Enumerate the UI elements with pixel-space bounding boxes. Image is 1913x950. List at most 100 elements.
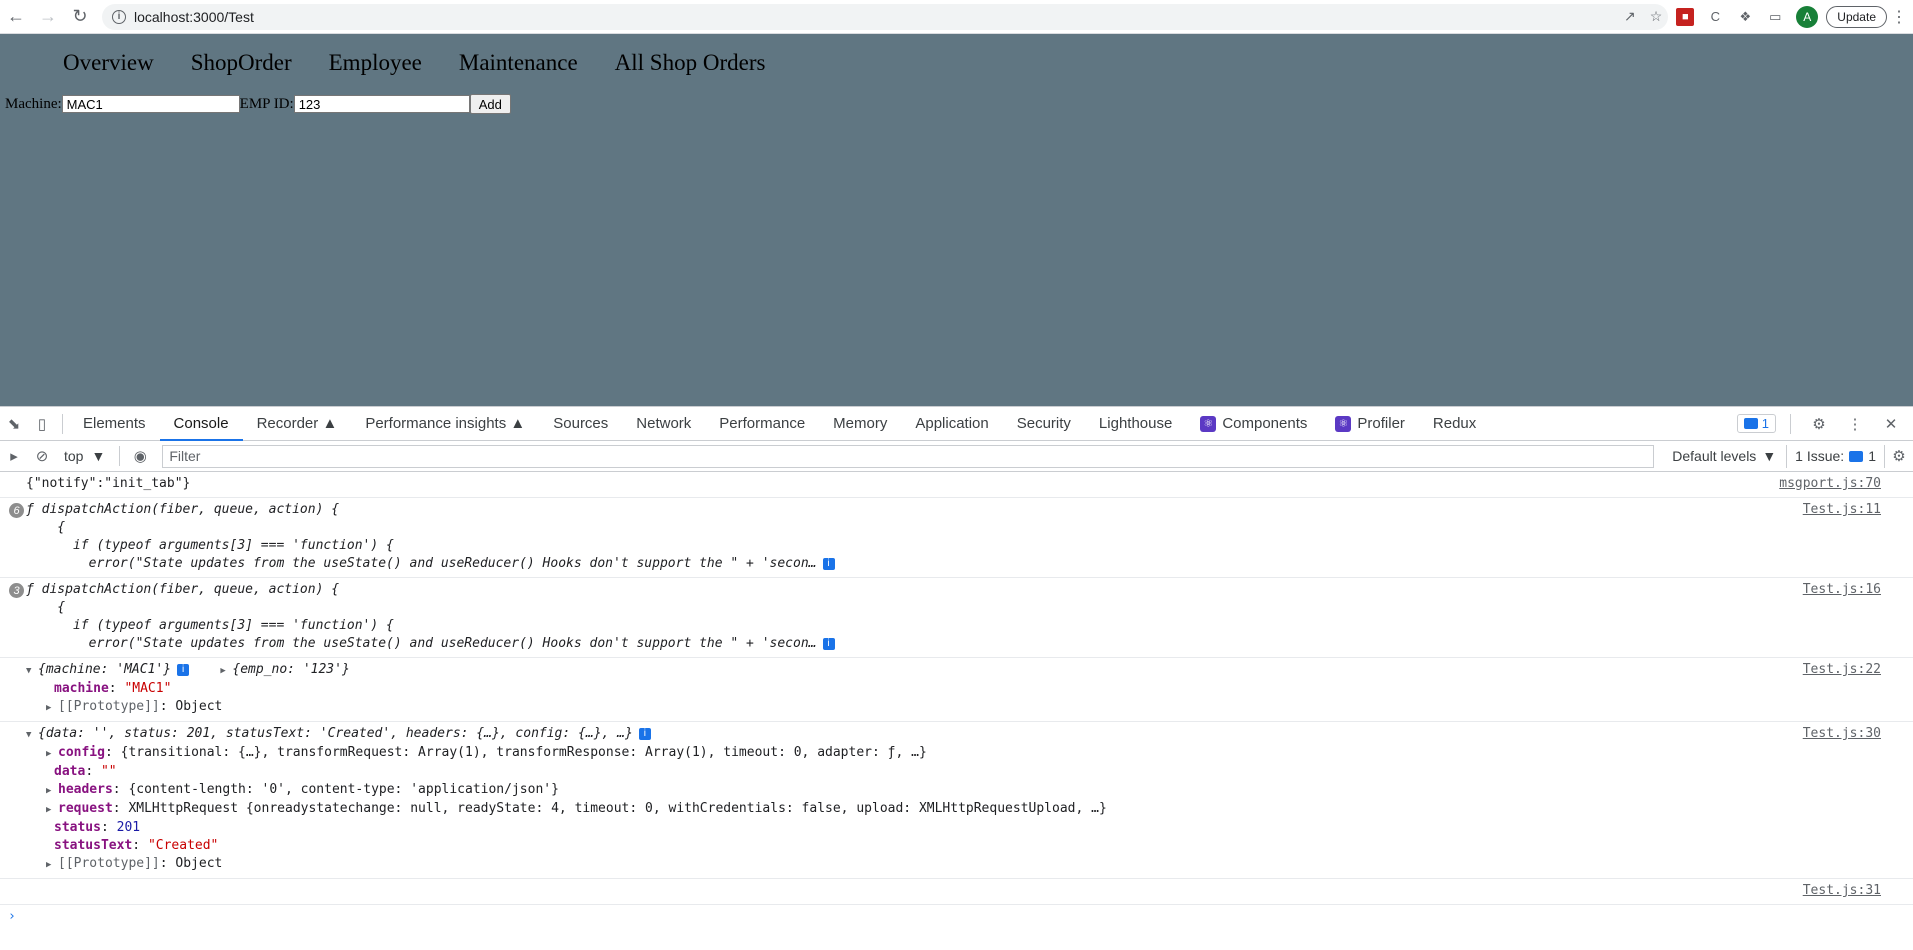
divider	[62, 413, 63, 434]
eye-icon[interactable]: ◉	[126, 442, 154, 470]
filter-input[interactable]: Filter	[162, 444, 1655, 468]
info-icon[interactable]: i	[822, 557, 835, 570]
share-icon[interactable]: ↗	[1624, 8, 1636, 25]
forward-icon[interactable]: →	[32, 1, 64, 33]
tab-network[interactable]: Network	[622, 407, 705, 441]
back-icon[interactable]: ←	[0, 1, 32, 33]
issues-button[interactable]: 1 Issue: 1	[1786, 444, 1885, 468]
property-value: {transitional: {…}, transformRequest: Ar…	[120, 745, 927, 760]
tab-sources[interactable]: Sources	[539, 407, 622, 441]
profile-avatar[interactable]: A	[1796, 5, 1819, 28]
object-property[interactable]: ▶ headers: {content-length: '0', content-…	[26, 781, 1913, 800]
object-summary-a: {machine: 'MAC1'}	[38, 662, 172, 677]
collapse-triangle-icon[interactable]: ▶	[46, 699, 58, 717]
property-key: headers	[58, 782, 113, 797]
source-link[interactable]: Test.js:11	[1803, 501, 1881, 519]
page-content: Overview ShopOrder Employee Maintenance …	[0, 34, 1913, 406]
tab-elements[interactable]: Elements	[69, 407, 160, 441]
levels-dropdown[interactable]: Default levels ▼	[1662, 448, 1786, 464]
tab-application[interactable]: Application	[901, 407, 1002, 441]
add-button[interactable]: Add	[469, 94, 511, 114]
tab-lighthouse[interactable]: Lighthouse	[1085, 407, 1186, 441]
nav-all-shop-orders[interactable]: All Shop Orders	[615, 50, 766, 76]
object-property[interactable]: ▶ [[Prototype]]: Object	[26, 855, 1913, 874]
site-info-icon[interactable]: i	[112, 9, 126, 24]
source-link[interactable]: msgport.js:70	[1779, 475, 1881, 493]
object-property[interactable]: ▶ config: {transitional: {…}, transformRe…	[26, 744, 1913, 763]
tab-performance[interactable]: Performance	[705, 407, 819, 441]
property-key: config	[58, 745, 105, 760]
property-value: Object	[175, 699, 223, 714]
tab-performance-insights[interactable]: Performance insights ▲	[351, 407, 539, 441]
tab-security[interactable]: Security	[1003, 407, 1085, 441]
expand-triangle-icon[interactable]: ▼	[26, 726, 38, 744]
collapse-triangle-icon[interactable]: ▶	[46, 745, 58, 763]
collapse-triangle-icon[interactable]: ▶	[46, 801, 58, 819]
emp-id-input[interactable]	[293, 95, 470, 113]
tab-performance-insights-label: Performance insights	[365, 415, 507, 432]
nav-maintenance[interactable]: Maintenance	[459, 50, 578, 76]
extension-icon[interactable]: ■	[1676, 7, 1695, 26]
property-key: request	[58, 801, 113, 816]
source-link[interactable]: Test.js:30	[1803, 725, 1881, 743]
gear-icon[interactable]: ⚙	[1885, 442, 1913, 470]
sidebar-toggle-icon[interactable]: ▸	[0, 442, 28, 470]
context-selector[interactable]: top ▼	[56, 448, 113, 464]
update-button[interactable]: Update	[1826, 5, 1887, 28]
tab-memory[interactable]: Memory	[819, 407, 901, 441]
source-link[interactable]: Test.js:16	[1803, 581, 1881, 599]
url-text[interactable]: localhost:3000/Test	[134, 9, 254, 25]
object-summary[interactable]: ▼ {machine: 'MAC1'} i ▶ {emp_no: '123'}	[26, 661, 1913, 680]
menu-icon[interactable]: ⋮	[1891, 7, 1907, 27]
info-icon[interactable]: i	[822, 637, 835, 650]
nav-overview[interactable]: Overview	[63, 50, 154, 76]
issues-label: 1 Issue:	[1795, 448, 1845, 464]
bookmark-star-icon[interactable]: ☆	[1650, 8, 1663, 25]
flask-icon: ▲	[510, 415, 526, 432]
tab-redux[interactable]: Redux	[1419, 407, 1490, 441]
top-nav: Overview ShopOrder Employee Maintenance …	[0, 34, 1913, 76]
object-summary-text: {data: '', status: 201, statusText: 'Cre…	[38, 726, 633, 741]
collapse-triangle-icon[interactable]: ▶	[46, 782, 58, 800]
property-value: ""	[100, 764, 117, 779]
source-link[interactable]: Test.js:22	[1803, 661, 1881, 679]
property-key: [[Prototype]]	[58, 699, 160, 714]
device-toolbar-icon[interactable]: ▯	[28, 410, 56, 438]
nav-shoporder[interactable]: ShopOrder	[191, 50, 292, 76]
extension-icon[interactable]: C	[1706, 8, 1724, 26]
side-panel-icon[interactable]: ▭	[1766, 8, 1784, 26]
property-value: 201	[116, 820, 141, 835]
console-prompt[interactable]: ›	[0, 905, 1913, 924]
repeat-count-badge: 3	[9, 583, 24, 598]
close-icon[interactable]: ✕	[1877, 410, 1905, 438]
collapse-triangle-icon[interactable]: ▶	[220, 662, 232, 680]
console-message: 3 ƒ dispatchAction(fiber, queue, action)…	[0, 578, 1913, 658]
object-summary[interactable]: ▼ {data: '', status: 201, statusText: 'Cr…	[26, 725, 1913, 744]
reload-icon[interactable]: ↻	[64, 1, 96, 33]
react-icon: ⚛	[1200, 415, 1217, 432]
tab-recorder[interactable]: Recorder ▲	[243, 407, 352, 441]
tab-profiler[interactable]: ⚛ Profiler	[1321, 407, 1419, 441]
address-bar[interactable]: i localhost:3000/Test ↗ ☆	[102, 3, 1669, 30]
info-icon[interactable]: i	[177, 663, 190, 676]
object-summary-b: {emp_no: '123'}	[232, 662, 350, 677]
expand-triangle-icon[interactable]: ▼	[26, 662, 38, 680]
inspect-element-icon[interactable]: ⬊	[0, 410, 28, 438]
puzzle-icon[interactable]: ❖	[1736, 8, 1754, 26]
messages-badge[interactable]: 1	[1736, 414, 1776, 433]
source-link[interactable]: Test.js:31	[1803, 882, 1881, 900]
object-property[interactable]: ▶ [[Prototype]]: Object	[26, 698, 1913, 717]
collapse-triangle-icon[interactable]: ▶	[46, 856, 58, 874]
property-value: "Created"	[147, 838, 219, 853]
more-options-icon[interactable]: ⋮	[1841, 410, 1869, 438]
object-property[interactable]: ▶ request: XMLHttpRequest {onreadystatech…	[26, 800, 1913, 819]
divider	[119, 446, 121, 466]
tab-components[interactable]: ⚛ Components	[1186, 407, 1321, 441]
gear-icon[interactable]: ⚙	[1805, 410, 1833, 438]
nav-employee[interactable]: Employee	[329, 50, 422, 76]
info-icon[interactable]: i	[638, 727, 651, 740]
clear-console-icon[interactable]: ⊘	[28, 442, 56, 470]
property-key: data	[54, 764, 86, 779]
tab-console[interactable]: Console	[159, 407, 243, 441]
machine-input[interactable]	[61, 95, 240, 113]
